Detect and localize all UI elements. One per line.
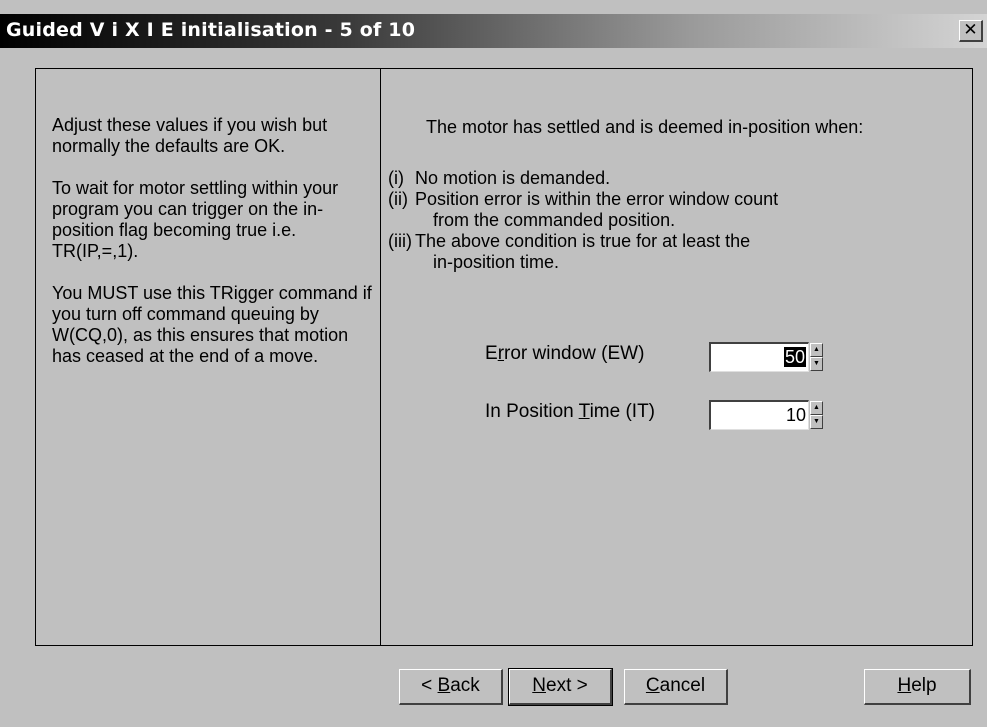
help-paragraph-3: You MUST use this TRigger command if you… [52,283,372,366]
help-button[interactable]: Help [864,669,971,705]
spin-up-icon[interactable]: ▲ [810,343,823,357]
condition-text: The above condition is true for at least… [415,231,751,251]
spin-down-icon[interactable]: ▼ [810,415,823,429]
condition-number: (ii) [388,189,408,209]
back-button[interactable]: < Back [399,669,503,705]
intro-text: The motor has settled and is deemed in-p… [426,117,864,137]
settings-panel: The motor has settled and is deemed in-p… [380,68,973,646]
spin-down-icon[interactable]: ▼ [810,357,823,371]
conditions-list: (i) No motion is demanded. (ii) Position… [388,168,778,273]
error-window-spinner[interactable]: 50 ▲ ▼ [709,342,829,372]
help-paragraph-1: Adjust these values if you wish but norm… [52,115,328,156]
in-position-time-spin-buttons[interactable]: ▲ ▼ [810,401,823,429]
in-position-time-spinner[interactable]: 10 ▲ ▼ [709,400,829,430]
error-window-input[interactable]: 50 [709,342,809,372]
in-position-time-input[interactable]: 10 [709,400,809,430]
title-bar[interactable]: Guided V i X I E initialisation - 5 of 1… [0,14,987,48]
error-window-spin-buttons[interactable]: ▲ ▼ [810,343,823,371]
wizard-dialog: Guided V i X I E initialisation - 5 of 1… [0,0,987,727]
condition-text: Position error is within the error windo… [415,189,779,209]
in-position-time-value[interactable]: 10 [786,405,806,425]
condition-text-continued: from the commanded position. [433,210,676,230]
condition-text-continued: in-position time. [433,252,560,272]
condition-number: (iii) [388,231,412,251]
window-title: Guided V i X I E initialisation - 5 of 1… [6,19,416,41]
in-position-time-label: In Position Time (IT) [485,401,655,422]
condition-item: (ii) Position error is within the error … [388,189,778,231]
condition-item: (iii) The above condition is true for at… [388,231,778,273]
help-text-panel: Adjust these values if you wish but norm… [35,68,381,646]
next-button[interactable]: Next > [508,668,613,706]
error-window-label: Error window (EW) [485,343,645,364]
cancel-button[interactable]: Cancel [624,669,728,705]
condition-number: (i) [388,168,404,188]
condition-text: No motion is demanded. [415,168,611,188]
close-button[interactable]: ✕ [959,20,983,42]
help-paragraph-2: To wait for motor settling within your p… [52,178,339,261]
help-text: Adjust these values if you wish but norm… [52,115,372,388]
close-icon: ✕ [963,20,978,40]
spin-up-icon[interactable]: ▲ [810,401,823,415]
error-window-value[interactable]: 50 [783,347,806,367]
condition-item: (i) No motion is demanded. [388,168,778,189]
